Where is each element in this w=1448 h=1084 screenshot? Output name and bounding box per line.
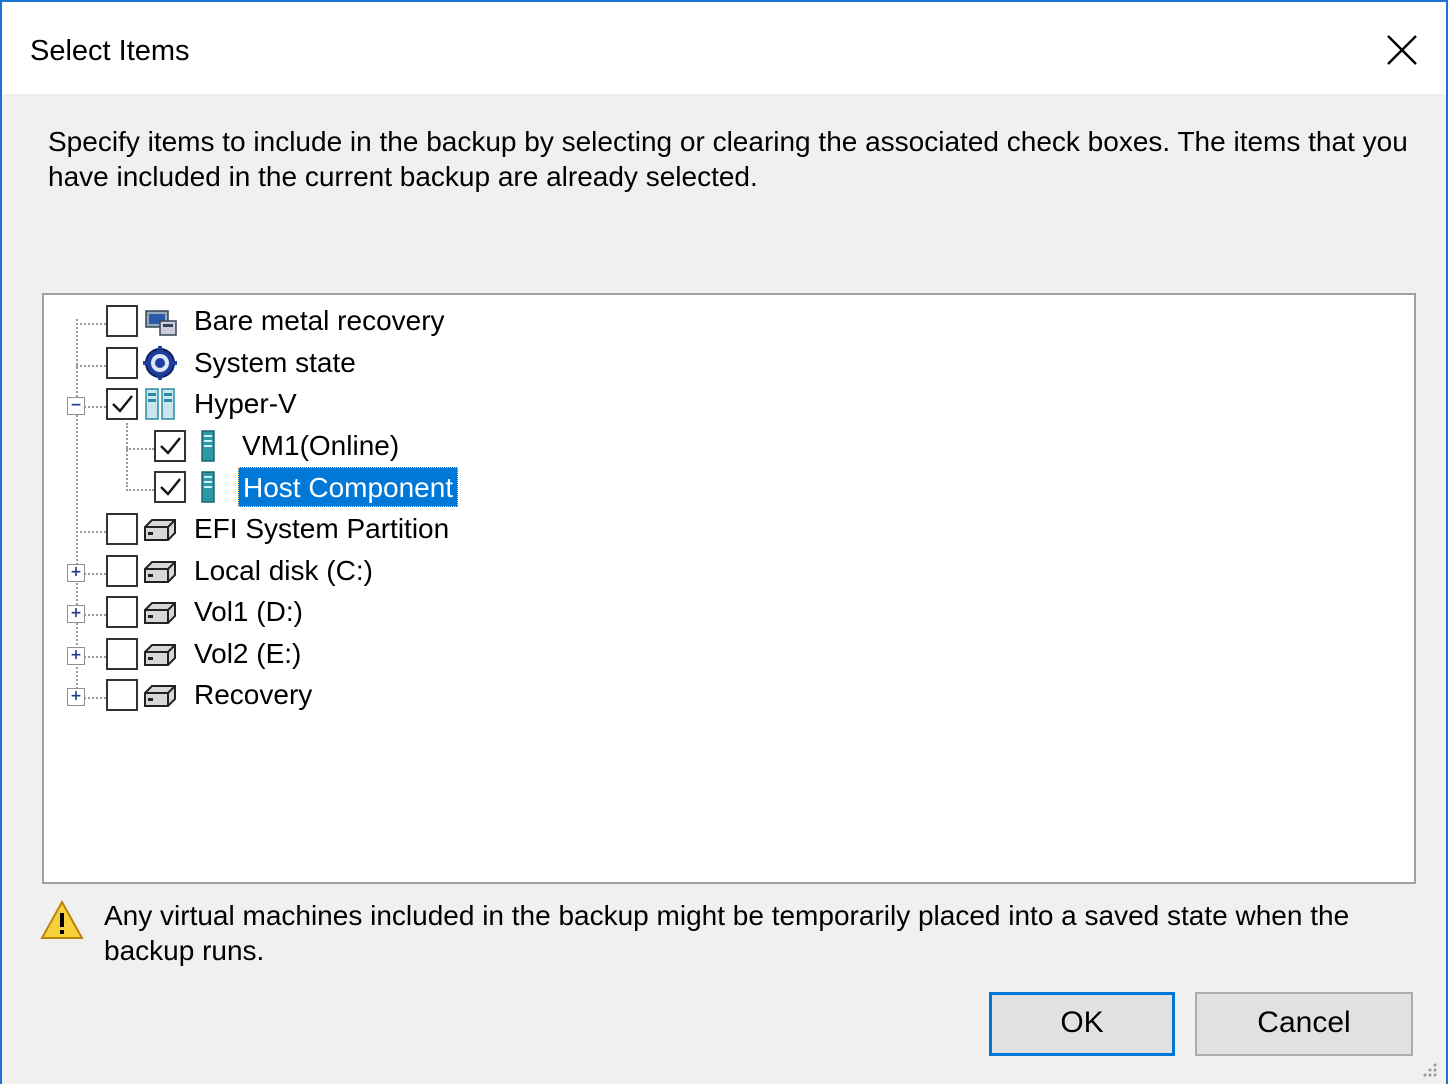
- expand-icon[interactable]: +: [67, 646, 85, 665]
- tree-item-checkbox[interactable]: [106, 513, 138, 545]
- tree-connector: [76, 323, 106, 325]
- tree-item[interactable]: + Vol2 (E:): [44, 634, 1414, 674]
- tree-item[interactable]: EFI System Partition: [44, 509, 1414, 549]
- tree-item-checkbox[interactable]: [106, 554, 138, 587]
- close-icon: [1387, 35, 1417, 65]
- tree-connector: [76, 531, 106, 533]
- tree-item[interactable]: System state: [44, 343, 1414, 383]
- resize-grip-icon[interactable]: [1418, 1060, 1438, 1080]
- tree-connector: [126, 447, 154, 450]
- expand-icon[interactable]: +: [67, 688, 85, 707]
- warning-banner: Any virtual machines included in the bac…: [40, 898, 1420, 978]
- disk-icon: [142, 677, 178, 713]
- disk-icon: [142, 553, 178, 589]
- ok-button[interactable]: OK: [989, 992, 1175, 1056]
- tree-item-checkbox[interactable]: [106, 388, 138, 421]
- tree-item[interactable]: Host Component: [44, 467, 1414, 508]
- vm-icon: [190, 428, 226, 464]
- close-button[interactable]: [1376, 24, 1428, 76]
- tree-item-label[interactable]: Bare metal recovery: [190, 301, 449, 341]
- backup-items-tree[interactable]: Bare metal recovery System state − Hyper-V V…: [42, 293, 1416, 884]
- system-state-icon: [142, 345, 178, 381]
- instructions-text: Specify items to include in the backup b…: [48, 126, 1408, 192]
- tree-item-label[interactable]: Vol1 (D:): [190, 592, 307, 632]
- tree-item-label[interactable]: Local disk (C:): [190, 551, 377, 591]
- dialog-title: Select Items: [30, 35, 190, 67]
- tree-item-checkbox[interactable]: [106, 679, 138, 712]
- tree-item-label[interactable]: Host Component: [238, 467, 459, 508]
- tree-item[interactable]: VM1(Online): [44, 426, 1414, 466]
- tree-item[interactable]: − Hyper-V: [44, 384, 1414, 424]
- disk-icon: [142, 594, 178, 630]
- title-bar: Select Items: [2, 2, 1446, 94]
- tree-item-label[interactable]: Recovery: [190, 675, 316, 715]
- tree-connector: [126, 489, 154, 492]
- tree-item[interactable]: Bare metal recovery: [44, 301, 1414, 341]
- tree-item-label[interactable]: Hyper-V: [190, 384, 301, 424]
- tree-item-label[interactable]: System state: [190, 343, 360, 383]
- tree-item[interactable]: + Local disk (C:): [44, 551, 1414, 591]
- select-items-dialog: Select Items Specify items to include in…: [0, 0, 1448, 1084]
- warning-icon: [40, 900, 84, 939]
- tree-connector: [76, 364, 106, 367]
- tree-item-label[interactable]: Vol2 (E:): [190, 634, 305, 674]
- vm-icon: [190, 469, 226, 505]
- collapse-icon[interactable]: −: [67, 397, 85, 416]
- tree-item-checkbox[interactable]: [106, 305, 138, 337]
- disk-icon: [142, 636, 178, 672]
- tree-item-label[interactable]: EFI System Partition: [190, 509, 453, 549]
- warning-text: Any virtual machines included in the bac…: [104, 900, 1350, 966]
- bare-metal-icon: [142, 303, 178, 339]
- expand-icon[interactable]: +: [67, 563, 85, 582]
- tree-item-checkbox[interactable]: [154, 429, 186, 462]
- tree-item[interactable]: + Recovery: [44, 675, 1414, 715]
- hyperv-icon: [142, 386, 178, 422]
- tree-item-checkbox[interactable]: [106, 596, 138, 629]
- tree-item-checkbox[interactable]: [106, 346, 138, 379]
- cancel-button[interactable]: Cancel: [1195, 992, 1413, 1056]
- tree-item[interactable]: + Vol1 (D:): [44, 592, 1414, 632]
- disk-icon: [142, 511, 178, 547]
- tree-item-checkbox[interactable]: [106, 637, 138, 670]
- tree-item-label[interactable]: VM1(Online): [238, 426, 403, 466]
- tree-item-checkbox[interactable]: [154, 471, 186, 504]
- expand-icon[interactable]: +: [67, 605, 85, 624]
